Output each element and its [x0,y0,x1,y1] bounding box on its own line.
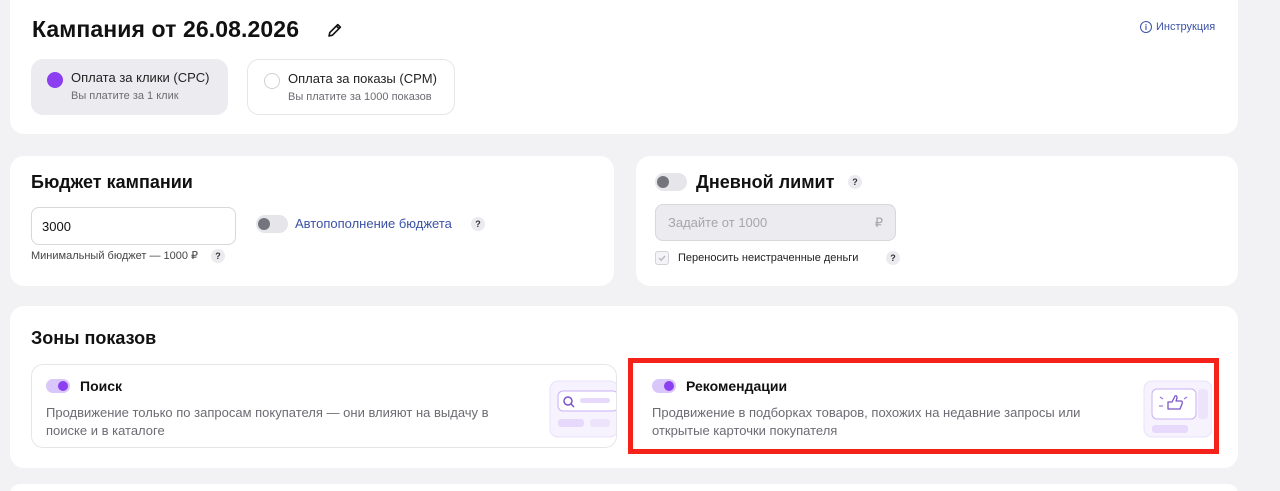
currency-label: ₽ [874,214,883,230]
campaign-header-card: Кампания от 26.08.2026 i Инструкция Опла… [10,0,1238,134]
help-icon[interactable]: ? [471,217,485,231]
toggle-knob [58,381,68,391]
payment-option-title: Оплата за клики (CPC) [71,70,210,85]
payment-option-subtitle: Вы платите за 1 клик [71,90,179,102]
daily-limit-toggle[interactable] [655,173,687,191]
zone-description: Продвижение только по запросам покупател… [46,405,489,438]
budget-input[interactable]: 3000 [31,207,236,245]
daily-limit-placeholder: Задайте от 1000 [668,215,768,230]
instruction-label: Инструкция [1156,21,1216,33]
autotopup-label[interactable]: Автопополнение бюджета [295,216,452,231]
carry-over-label: Переносить неистраченные деньги [678,252,859,264]
budget-card: Бюджет кампании 3000 Автопополнение бюдж… [10,156,614,286]
checkmark-icon [658,255,666,262]
zone-title: Поиск [80,378,123,394]
payment-option-title: Оплата за показы (CPM) [288,71,437,86]
pencil-icon[interactable] [326,21,344,39]
min-budget-note: Минимальный бюджет — 1000 ₽ [31,250,199,262]
radio-selected-icon [47,72,63,88]
budget-title: Бюджет кампании [31,172,193,192]
zone-search[interactable]: Поиск Продвижение только по запросам пок… [31,364,617,448]
payment-option-subtitle: Вы платите за 1000 показов [288,91,432,103]
daily-limit-input: Задайте от 1000 ₽ [655,204,896,241]
carry-over-checkbox[interactable] [655,251,669,265]
zones-title: Зоны показов [31,328,157,348]
next-section-card [10,484,1238,491]
search-illustration-icon [549,380,616,438]
toggle-knob [258,218,270,230]
help-icon[interactable]: ? [848,175,862,189]
autotopup-toggle[interactable] [256,215,288,233]
instruction-link[interactable]: i Инструкция [1140,21,1215,33]
help-icon[interactable]: ? [211,249,225,263]
highlight-frame [628,358,1219,454]
zone-search-toggle[interactable] [46,379,70,393]
daily-limit-title: Дневной лимит [696,172,835,192]
payment-option-cpc[interactable]: Оплата за клики (CPC) Вы платите за 1 кл… [31,59,228,115]
daily-limit-card: Дневной лимит ? Задайте от 1000 ₽ Перено… [636,156,1238,286]
help-icon[interactable]: ? [886,251,900,265]
payment-option-cpm[interactable]: Оплата за показы (CPM) Вы платите за 100… [247,59,455,115]
info-icon: i [1140,21,1152,33]
page-title: Кампания от 26.08.2026 [32,16,300,42]
toggle-knob [657,176,669,188]
radio-unselected-icon [264,73,280,89]
